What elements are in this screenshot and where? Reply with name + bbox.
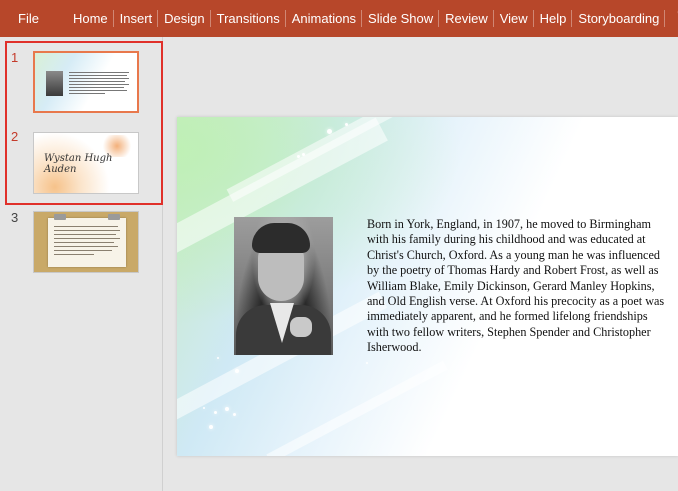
slide-thumbnail-3[interactable] — [33, 211, 139, 273]
sparkle — [345, 123, 348, 126]
light-streak — [266, 360, 448, 456]
slide-number-3: 3 — [11, 210, 19, 225]
sparkle — [214, 411, 217, 414]
thumb-pin — [108, 214, 120, 220]
portrait-hair — [252, 223, 310, 253]
tab-insert[interactable]: Insert — [114, 0, 159, 37]
thumb-text-line — [69, 75, 127, 76]
thumb-text-line — [54, 238, 120, 239]
tab-slide-show[interactable]: Slide Show — [362, 0, 440, 37]
ribbon-menu-bar: File Home Insert Design Transitions Anim… — [0, 0, 678, 37]
thumb-text-line — [69, 78, 129, 79]
sparkle — [235, 369, 239, 373]
slide-thumbnail-2[interactable]: Wystan Hugh Auden — [33, 132, 139, 194]
portrait-hand — [290, 317, 312, 337]
thumb-text-line — [54, 246, 118, 247]
tab-view[interactable]: View — [494, 0, 534, 37]
thumb-text-line — [54, 226, 118, 227]
slide-thumbnail-pane: 1 2 Wystan Hugh Auden 3 — [0, 37, 163, 491]
thumb-text-line — [54, 254, 94, 255]
sparkle — [302, 153, 305, 156]
thumb-text-line — [69, 84, 129, 85]
tab-file[interactable]: File — [0, 0, 67, 37]
thumb-pin — [54, 214, 66, 220]
bio-text-box[interactable]: Born in York, England, in 1907, he moved… — [367, 217, 667, 356]
slide-number-2: 2 — [11, 129, 19, 144]
sparkle — [327, 129, 332, 134]
tab-home[interactable]: Home — [67, 0, 114, 37]
thumb-text-line — [54, 234, 116, 235]
slide-number-1: 1 — [11, 50, 19, 65]
thumb-text-line — [69, 93, 105, 94]
thumb-text-line — [69, 90, 127, 91]
thumb-text-line — [54, 242, 114, 243]
thumb-text-line — [69, 87, 124, 88]
thumb-text-line — [69, 72, 129, 73]
tab-transitions[interactable]: Transitions — [211, 0, 286, 37]
tab-design[interactable]: Design — [158, 0, 212, 37]
slide-thumbnail-1[interactable] — [33, 51, 139, 113]
thumb-text-line — [54, 250, 112, 251]
thumb-title: Wystan Hugh Auden — [44, 153, 113, 175]
tab-review[interactable]: Review — [439, 0, 494, 37]
sparkle — [225, 407, 229, 411]
thumb-paper — [48, 218, 126, 267]
portrait-photo[interactable] — [234, 217, 333, 355]
thumb-portrait — [46, 71, 63, 96]
thumb-text-line — [54, 230, 120, 231]
sparkle — [209, 425, 213, 429]
tab-storyboarding[interactable]: Storyboarding — [572, 0, 666, 37]
sparkle — [297, 155, 300, 158]
thumb-text-line — [69, 81, 125, 82]
sparkle — [366, 362, 368, 364]
sparkle — [203, 407, 205, 409]
lightbulb-icon[interactable] — [665, 0, 678, 37]
tab-help[interactable]: Help — [534, 0, 573, 37]
tab-animations[interactable]: Animations — [286, 0, 363, 37]
slide-canvas[interactable]: Born in York, England, in 1907, he moved… — [177, 117, 678, 456]
sparkle — [233, 413, 236, 416]
sparkle — [217, 357, 219, 359]
